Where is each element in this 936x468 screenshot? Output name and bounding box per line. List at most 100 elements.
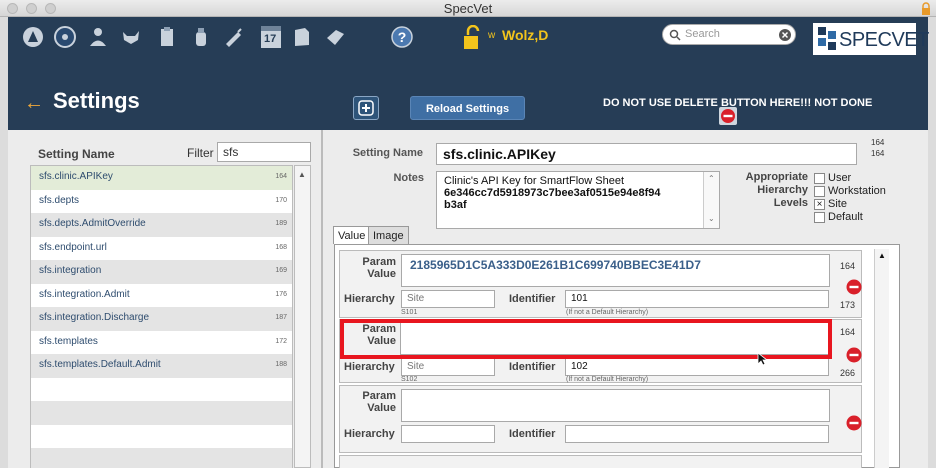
param-row [339, 455, 862, 468]
site-level-label: Site [828, 198, 847, 210]
hierarchy-input[interactable]: Site [401, 358, 495, 376]
pet-icon[interactable] [120, 26, 142, 48]
plus-icon [358, 100, 374, 116]
workstation-level-checkbox[interactable] [814, 186, 825, 197]
list-item-number: 176 [275, 290, 287, 298]
setting-name-column-label: Setting Name [38, 147, 115, 161]
calendar-day: 17 [264, 33, 277, 45]
list-item-name: sfs.depts.AdmitOverride [39, 218, 146, 229]
window-title: SpecVet [443, 1, 493, 16]
identifier-hint: (If not a Default Hierarchy) [566, 309, 649, 316]
list-item-empty [31, 424, 292, 448]
list-item-number: 164 [275, 173, 287, 180]
notes-scrollbar[interactable]: ⌃ ⌄ [703, 172, 719, 228]
list-item-number: 188 [275, 361, 287, 368]
list-item-name: sfs.integration [39, 265, 102, 276]
site-level-checkbox[interactable]: × [814, 199, 825, 210]
add-setting-button[interactable] [353, 96, 379, 120]
paw-icon[interactable] [22, 26, 44, 48]
delete-param-icon[interactable] [846, 279, 862, 295]
param-value-input[interactable] [401, 389, 830, 422]
lock-icon [922, 2, 930, 15]
list-item[interactable]: sfs.depts 170 [31, 189, 292, 213]
scroll-down-icon[interactable]: ⌄ [708, 214, 715, 223]
calendar-icon[interactable]: 17 [261, 26, 281, 48]
list-item[interactable]: sfs.clinic.APIKey 164 [31, 166, 292, 190]
workstation-level-label: Workstation [828, 185, 886, 197]
list-scrollbar[interactable]: ▲ [294, 165, 311, 468]
param-number: 164 [840, 261, 856, 271]
list-item-name: sfs.endpoint.url [39, 241, 107, 253]
param-value-input[interactable]: 2185965D1C5A333D0E261B1C699740BBEC3E41D7 [401, 254, 830, 287]
list-item[interactable]: sfs.depts.AdmitOverride 189 [31, 213, 292, 237]
params-scrollbar[interactable]: ▲ [874, 249, 889, 468]
default-level-checkbox[interactable] [814, 212, 825, 223]
hierarchy-input[interactable]: Site [401, 290, 495, 308]
identifier-input[interactable]: 101 [565, 290, 829, 308]
tab-value[interactable]: Value [333, 226, 371, 244]
scroll-up-icon[interactable]: ▲ [298, 170, 306, 179]
list-item-empty [31, 377, 292, 401]
param-row-number: 173 [840, 300, 856, 310]
specvet-logo: SPECVET [813, 23, 929, 55]
notes-line: Clinic's API Key for SmartFlow Sheet [444, 175, 624, 187]
scroll-up-icon[interactable]: ⌃ [708, 174, 715, 183]
list-item[interactable]: sfs.integration.Admit 176 [31, 283, 292, 307]
list-item-number: 172 [275, 337, 287, 345]
param-label-line: Param [362, 256, 396, 268]
list-item[interactable]: sfs.templates 172 [31, 330, 292, 354]
user-lock-icon[interactable] [462, 25, 484, 51]
hierarchy-levels-label: Appropriate Hierarchy Levels [742, 171, 808, 210]
person-icon[interactable] [87, 26, 109, 48]
list-item-empty [31, 448, 292, 468]
setting-id-top: 164 [871, 138, 885, 147]
document-icon[interactable] [291, 26, 313, 48]
hierarchy-label: Hierarchy [344, 293, 395, 305]
notes-line: b3af [444, 199, 467, 211]
setting-name-label: Setting Name [352, 147, 423, 159]
clipboard-icon[interactable] [156, 26, 178, 48]
logo-mark-icon [818, 27, 836, 50]
list-item-number: 189 [275, 220, 287, 227]
delete-param-icon[interactable] [846, 347, 862, 363]
param-value-label: Param Value [344, 256, 396, 280]
help-icon[interactable]: ? [391, 26, 413, 48]
list-item[interactable]: sfs.templates.Default.Admit 188 [31, 354, 292, 378]
filter-input[interactable]: sfs [217, 142, 311, 162]
setting-id-bottom: 164 [871, 149, 885, 158]
hierarchy-input[interactable] [401, 425, 495, 443]
delete-setting-icon[interactable] [719, 107, 737, 125]
user-prefix: w [488, 30, 496, 41]
identifier-input[interactable]: 102 [565, 358, 829, 376]
bottle-icon[interactable] [190, 26, 212, 48]
user-level-label: User [828, 172, 852, 184]
param-value-label: Param Value [344, 390, 396, 414]
list-item-name: sfs.integration.Admit [39, 288, 130, 300]
list-item[interactable]: sfs.integration.Discharge 187 [31, 307, 292, 331]
reload-settings-button[interactable]: Reload Settings [410, 96, 525, 120]
dashboard-icon[interactable] [54, 26, 76, 48]
tab-image[interactable]: Image [368, 226, 409, 244]
back-arrow-icon[interactable]: ← [24, 93, 44, 113]
clear-search-icon[interactable] [778, 28, 792, 42]
scroll-up-icon[interactable]: ▲ [878, 251, 886, 260]
list-item[interactable]: sfs.integration 169 [31, 260, 292, 284]
syringe-icon[interactable] [222, 26, 244, 48]
search-input[interactable]: Search [662, 24, 796, 45]
default-level-label: Default [828, 211, 863, 223]
list-item[interactable]: sfs.endpoint.url 168 [31, 236, 292, 260]
notes-textarea[interactable]: Clinic's API Key for SmartFlow Sheet 6e3… [436, 171, 720, 229]
settings-list: sfs.clinic.APIKey 164 sfs.depts 170 sfs.… [30, 165, 293, 468]
param-label-line: Value [367, 402, 396, 414]
user-level-checkbox[interactable] [814, 173, 825, 184]
hierarchy-label-line: Levels [773, 197, 808, 209]
svg-text:?: ? [398, 29, 407, 45]
delete-param-icon[interactable] [846, 415, 862, 431]
search-placeholder: Search [685, 28, 720, 40]
mouse-cursor-icon [757, 352, 768, 366]
setting-name-input[interactable]: sfs.clinic.APIKey [436, 143, 857, 165]
hierarchy-label: Hierarchy [344, 428, 395, 440]
user-name[interactable]: Wolz,D [502, 27, 548, 43]
checkin-icon[interactable] [324, 26, 346, 48]
identifier-input[interactable] [565, 425, 829, 443]
